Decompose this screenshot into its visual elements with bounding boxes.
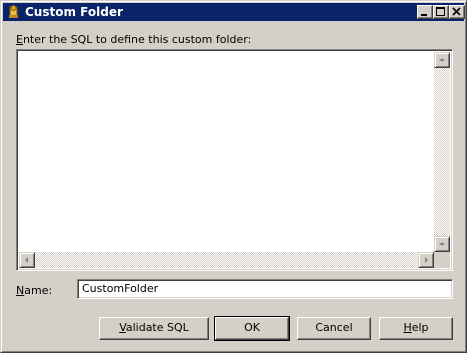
scroll-up-button[interactable]	[434, 52, 450, 68]
close-button[interactable]	[449, 5, 465, 19]
sql-label-access-key: E	[16, 33, 23, 46]
maximize-button[interactable]	[433, 5, 449, 19]
cancel-button[interactable]: Cancel	[297, 317, 371, 340]
arrow-left-icon	[25, 257, 28, 263]
title-bar[interactable]: Custom Folder	[3, 3, 465, 21]
sql-textarea[interactable]	[16, 49, 453, 271]
scroll-down-button[interactable]	[434, 236, 450, 252]
window-title: Custom Folder	[25, 5, 123, 19]
ok-button[interactable]: OK	[214, 316, 290, 341]
validate-label-rest: alidate SQL	[125, 321, 189, 334]
horizontal-scrollbar[interactable]	[19, 252, 434, 268]
custom-folder-dialog: Custom Folder Enter the SQL to define th…	[0, 0, 467, 353]
scroll-left-button[interactable]	[19, 252, 35, 268]
help-label-rest: elp	[411, 321, 429, 334]
name-label-access-key: N	[16, 284, 25, 297]
arrow-down-icon	[439, 243, 445, 246]
minimize-icon	[421, 14, 427, 16]
scrollbar-corner	[434, 252, 450, 268]
name-label-rest: ame:	[24, 284, 53, 297]
validate-access-key: V	[119, 321, 126, 334]
close-icon	[452, 7, 461, 16]
vertical-scrollbar[interactable]	[434, 52, 450, 252]
arrow-up-icon	[439, 58, 445, 61]
minimize-button[interactable]	[417, 5, 433, 19]
name-field[interactable]: CustomFolder	[77, 279, 453, 299]
help-access-key: H	[403, 321, 412, 334]
maximize-icon	[436, 7, 445, 16]
validate-sql-button[interactable]: Validate SQL	[99, 317, 209, 340]
scroll-right-button[interactable]	[418, 252, 434, 268]
sql-label-rest: nter the SQL to define this custom folde…	[22, 33, 252, 46]
help-button[interactable]: Help	[379, 317, 453, 340]
name-label: Name:	[16, 284, 52, 298]
app-icon	[6, 4, 22, 20]
arrow-right-icon	[425, 257, 428, 263]
sql-prompt-label: Enter the SQL to define this custom fold…	[16, 33, 251, 47]
